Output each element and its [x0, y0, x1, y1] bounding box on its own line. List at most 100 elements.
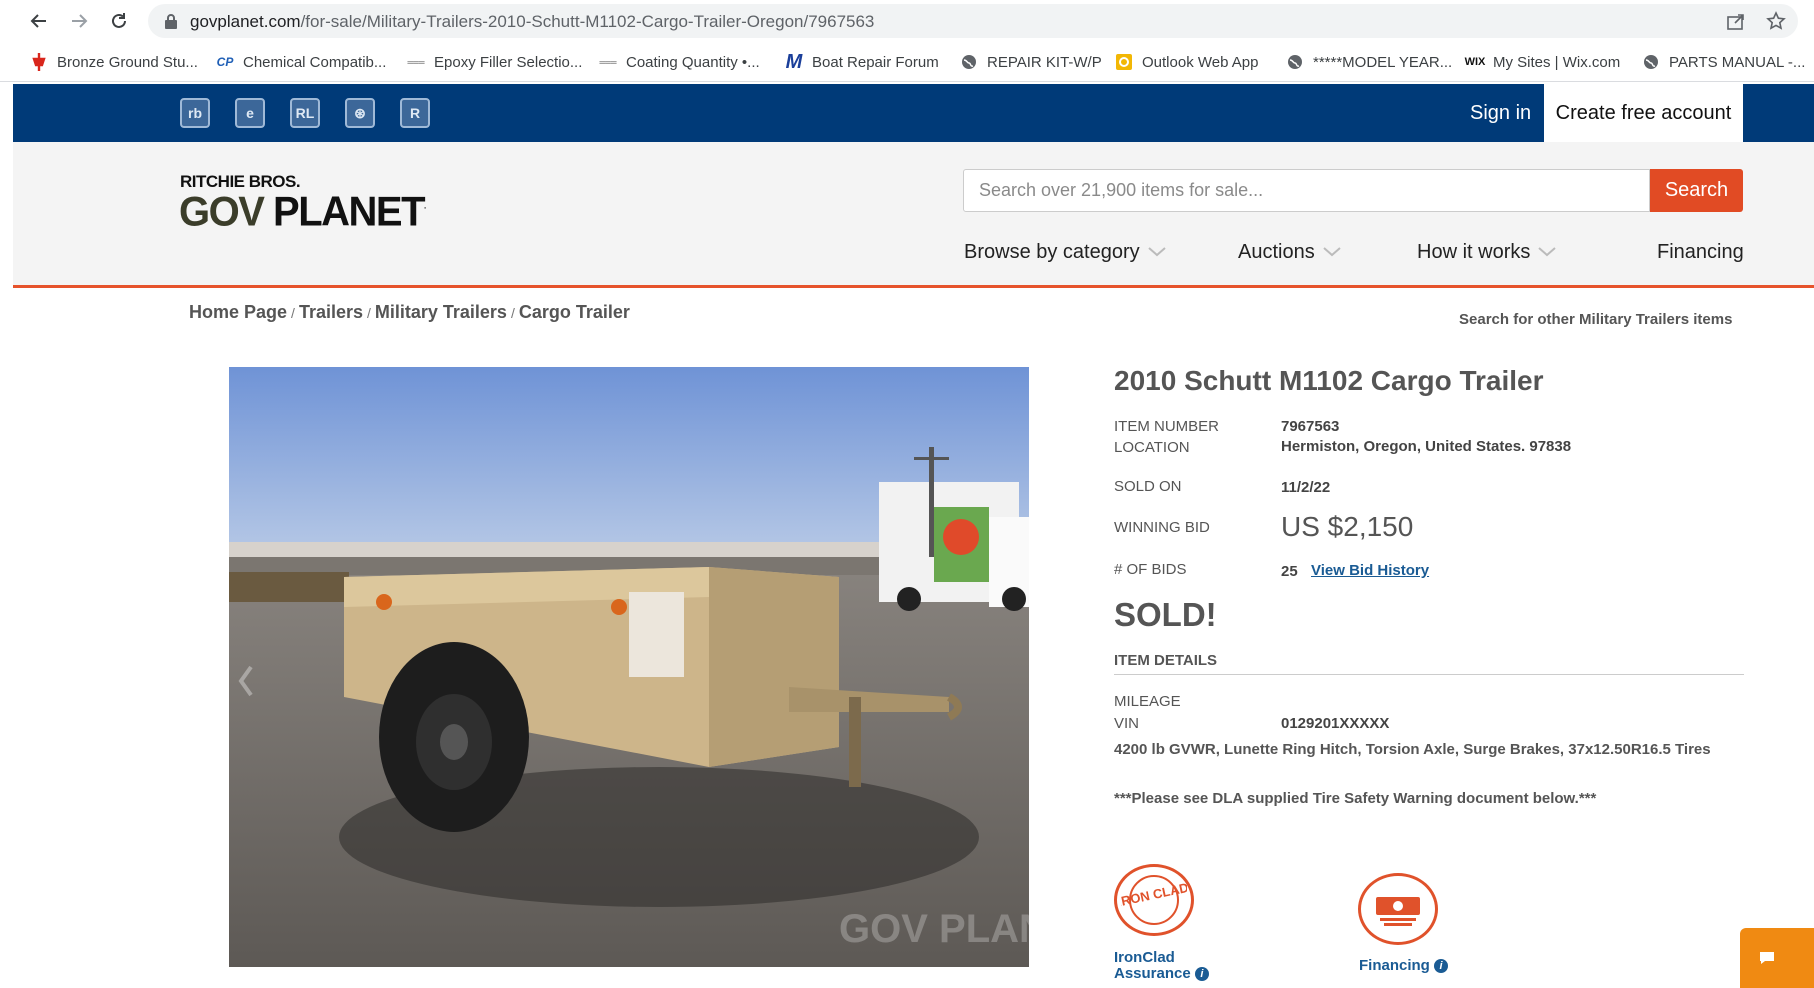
breadcrumb-separator: /: [510, 304, 515, 321]
bookmark-label: REPAIR KIT-W/P: [987, 53, 1102, 71]
sold-status: SOLD!: [1114, 596, 1217, 633]
nav-label: Financing: [1657, 240, 1744, 263]
num-bids-value: 25: [1281, 563, 1298, 580]
search-other-items-link[interactable]: Search for other Military Trailers items: [1459, 311, 1732, 328]
search-box: [963, 169, 1650, 212]
mileage-label: MILEAGE: [1114, 693, 1181, 710]
search-button[interactable]: Search: [1650, 169, 1743, 212]
bookmark-item[interactable]: REPAIR KIT-W/P: [960, 50, 1102, 74]
bookmark-label: Bronze Ground Stu...: [57, 53, 198, 71]
chevron-down-icon: [1323, 247, 1341, 257]
rb-brand-icon[interactable]: rb: [180, 98, 210, 128]
address-bar[interactable]: govplanet.com/for-sale/Military-Trailers…: [148, 4, 1798, 38]
details-divider: [1114, 674, 1744, 675]
url-text[interactable]: govplanet.com/for-sale/Military-Trailers…: [190, 12, 874, 32]
breadcrumb-trailers[interactable]: Trailers: [299, 302, 363, 323]
bookmark-item[interactable]: PARTS MANUAL -...: [1642, 50, 1805, 74]
bookmark-item[interactable]: Outlook Web App: [1115, 50, 1258, 74]
sold-on-value: 11/2/22: [1281, 479, 1331, 496]
nav-auctions[interactable]: Auctions: [1238, 237, 1341, 267]
forward-arrow-icon[interactable]: [66, 8, 92, 34]
info-icon[interactable]: i: [1434, 959, 1449, 974]
location-label: LOCATION: [1114, 439, 1190, 456]
globe-icon: [1642, 53, 1660, 71]
reload-icon[interactable]: [106, 8, 132, 34]
num-bids-label: # OF BIDS: [1114, 561, 1187, 578]
ironclad-assurance-icon[interactable]: IRON CLAD: [1114, 864, 1194, 936]
item-details-heading: ITEM DETAILS: [1114, 652, 1218, 669]
lock-icon[interactable]: [164, 13, 178, 29]
tire-safety-warning: ***Please see DLA supplied Tire Safety W…: [1114, 790, 1597, 807]
breadcrumb-cargo-trailer[interactable]: Cargo Trailer: [519, 302, 630, 323]
chat-button[interactable]: [1740, 928, 1814, 988]
bookmark-label: *****MODEL YEAR...: [1313, 53, 1453, 71]
site-top-bar: rb e RL ⊛ R Sign in Create free account: [13, 84, 1814, 142]
ironclad-label-line1: IronClad: [1114, 949, 1175, 966]
bookmark-item[interactable]: M Boat Repair Forum: [785, 50, 939, 74]
nav-label: Browse by category: [964, 240, 1140, 263]
bookmark-label: Coating Quantity •...: [626, 53, 760, 71]
bookmarks-bar: Bronze Ground Stu... CP Chemical Compati…: [0, 42, 1814, 82]
bookmark-label: PARTS MANUAL -...: [1669, 53, 1806, 71]
item-number-value: 7967563: [1281, 418, 1340, 435]
breadcrumb-separator: /: [366, 304, 371, 321]
financing-label[interactable]: Financing i: [1359, 958, 1449, 974]
breadcrumb-military-trailers[interactable]: Military Trailers: [375, 302, 507, 323]
rl-brand-icon[interactable]: RL: [290, 98, 320, 128]
nav-browse-by-category[interactable]: Browse by category: [964, 237, 1166, 267]
e-brand-icon[interactable]: e: [235, 98, 265, 128]
url-path: /for-sale/Military-Trailers-2010-Schutt-…: [300, 12, 875, 31]
dash-logo-icon: ═══: [407, 57, 425, 67]
globe-icon: [1286, 53, 1304, 71]
item-description: 4200 lb GVWR, Lunette Ring Hitch, Torsio…: [1114, 741, 1711, 758]
dash-logo-icon: ═══: [599, 57, 617, 67]
browser-toolbar: govplanet.com/for-sale/Military-Trailers…: [0, 0, 1814, 42]
bookmark-item[interactable]: *****MODEL YEAR...: [1286, 50, 1452, 74]
logo-gov-text: GOV: [179, 188, 265, 236]
sold-on-label: SOLD ON: [1114, 478, 1182, 495]
vin-label: VIN: [1114, 715, 1140, 732]
bookmark-label: Epoxy Filler Selectio...: [434, 53, 583, 71]
nav-financing[interactable]: Financing: [1657, 237, 1744, 267]
globe-icon: [960, 53, 978, 71]
bookmark-label: Outlook Web App: [1142, 53, 1259, 71]
nav-how-it-works[interactable]: How it works: [1417, 237, 1557, 267]
bookmark-label: My Sites | Wix.com: [1493, 53, 1621, 71]
view-bid-history-link[interactable]: View Bid History: [1311, 562, 1429, 579]
bookmark-item[interactable]: Bronze Ground Stu...: [30, 50, 198, 74]
site-header: RITCHIE BROS. GOV PLANET· Search Browse …: [13, 142, 1814, 288]
nav-label: Auctions: [1238, 240, 1315, 263]
winning-bid-value: US $2,150: [1281, 511, 1414, 542]
ironclad-label[interactable]: IronClad Assurance i: [1114, 950, 1209, 982]
red-marker-icon: [30, 53, 48, 71]
vin-value: 0129201XXXXX: [1281, 715, 1390, 732]
bookmark-item[interactable]: WIX My Sites | Wix.com: [1464, 50, 1621, 74]
bookmark-item[interactable]: CP Chemical Compatib...: [216, 50, 387, 74]
item-number-label: ITEM NUMBER: [1114, 418, 1219, 435]
bookmark-label: Chemical Compatib...: [243, 53, 387, 71]
winning-bid-label: WINNING BID: [1114, 519, 1210, 536]
item-title: 2010 Schutt M1102 Cargo Trailer: [1114, 365, 1544, 396]
chevron-down-icon: [1147, 247, 1166, 257]
bookmark-item[interactable]: ═══ Coating Quantity •...: [599, 50, 760, 74]
logo-gov-planet[interactable]: GOV PLANET·: [179, 188, 427, 236]
bookmark-star-icon[interactable]: [1766, 11, 1786, 31]
url-host: govplanet.com: [190, 12, 301, 31]
wix-icon: WIX: [1464, 56, 1486, 68]
breadcrumb-separator: /: [291, 304, 295, 321]
create-account-button[interactable]: Create free account: [1544, 84, 1743, 142]
circle-brand-icon[interactable]: ⊛: [345, 98, 375, 128]
bookmark-label: Boat Repair Forum: [812, 53, 939, 71]
chevron-down-icon: [1538, 247, 1557, 257]
item-photo[interactable]: GOV PLANET: [229, 367, 1029, 967]
financing-badge-icon[interactable]: [1358, 873, 1438, 945]
r-brand-icon[interactable]: R: [400, 98, 430, 128]
search-input[interactable]: [964, 170, 1649, 211]
back-arrow-icon[interactable]: [26, 8, 52, 34]
sign-in-link[interactable]: Sign in: [1470, 84, 1531, 142]
photo-watermark: GOV PLANET: [839, 907, 1029, 951]
breadcrumb-home[interactable]: Home Page: [189, 302, 287, 323]
bookmark-item[interactable]: ═══ Epoxy Filler Selectio...: [407, 50, 582, 74]
logo-planet-text: PLANET: [273, 188, 426, 236]
share-icon[interactable]: [1726, 12, 1746, 30]
